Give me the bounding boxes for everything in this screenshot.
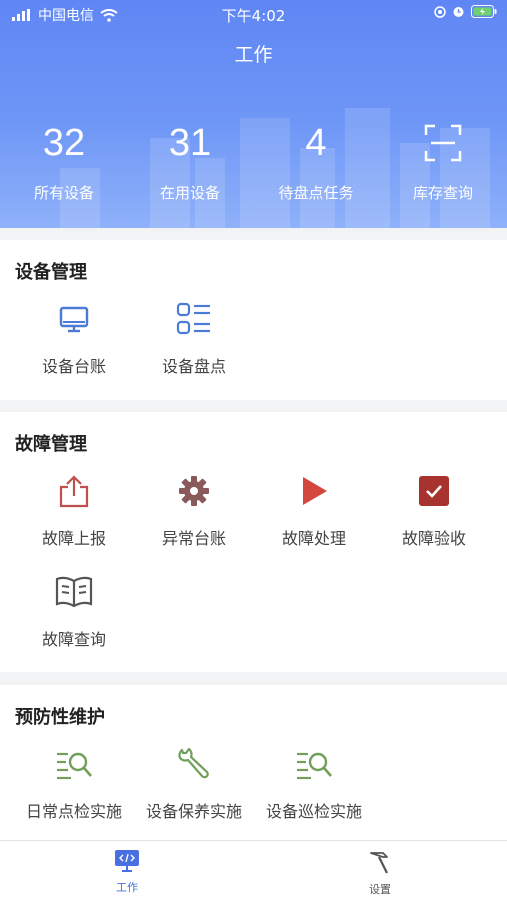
fault-management-section: 故障管理 故障上报 异常台账 故障处理 故障验收 故障查询: [0, 412, 507, 672]
item-label: 故障查询: [41, 630, 106, 649]
stat-value: 31: [168, 122, 212, 164]
tab-label: 设置: [369, 883, 391, 896]
book-icon: [55, 576, 93, 608]
section-title: 设备管理: [15, 262, 87, 283]
item-label: 故障上报: [41, 529, 106, 548]
item-label: 日常点检实施: [25, 802, 122, 821]
alarm-icon: [453, 7, 464, 17]
list-icon: [176, 302, 210, 335]
item-label: 故障验收: [401, 529, 466, 548]
page-title: 工作: [234, 44, 273, 66]
item-label: 设备保养实施: [145, 802, 242, 821]
checkbox-icon: [419, 476, 449, 506]
inventory-query-button[interactable]: 库存查询: [380, 120, 506, 203]
preventive-maintenance-section: 预防性维护 日常点检实施 设备保养实施 设备巡检实施: [0, 685, 507, 840]
search-list-icon: [57, 752, 92, 780]
fault-query-button[interactable]: 故障查询: [14, 570, 134, 650]
stat-value: 4: [305, 122, 327, 164]
stat-label: 待盘点任务: [278, 184, 354, 202]
location-icon: [434, 5, 446, 18]
equipment-management-section: 设备管理 设备台账 设备盘点: [0, 240, 507, 400]
item-label: 故障处理: [281, 529, 346, 548]
fault-acceptance-button[interactable]: 故障验收: [374, 469, 494, 549]
header: 中国电信 下午4:02 工作 32 所有设备 31 在用设备 4 待盘点任务 库…: [0, 0, 507, 228]
status-time: 下午4:02: [221, 7, 286, 25]
stat-pending-inventory[interactable]: 4 待盘点任务: [253, 120, 379, 203]
stat-in-use-devices[interactable]: 31 在用设备: [127, 120, 253, 203]
section-title: 预防性维护: [15, 707, 105, 728]
exception-ledger-button[interactable]: 异常台账: [134, 469, 254, 549]
monitor-icon: [59, 306, 89, 333]
tab-settings[interactable]: 设置: [320, 849, 440, 897]
wrench-icon: [178, 747, 209, 779]
item-label: 异常台账: [161, 529, 226, 548]
fault-report-button[interactable]: 故障上报: [14, 469, 134, 549]
code-monitor-icon: [115, 850, 139, 872]
stat-all-devices[interactable]: 32 所有设备: [1, 120, 127, 203]
play-icon: [303, 477, 327, 505]
equipment-patrol-button[interactable]: 设备巡检实施: [254, 742, 374, 822]
equipment-inventory-button[interactable]: 设备盘点: [134, 297, 254, 377]
bottom-tab-bar: 工作 设置: [0, 840, 507, 900]
equipment-maintenance-button[interactable]: 设备保养实施: [134, 742, 254, 822]
hammer-icon: [370, 852, 388, 874]
stat-label: 在用设备: [159, 184, 220, 202]
tab-work[interactable]: 工作: [67, 849, 187, 895]
battery-icon: [471, 5, 497, 18]
daily-inspection-button[interactable]: 日常点检实施: [14, 742, 134, 822]
scan-icon: [424, 124, 462, 162]
upload-icon: [59, 475, 89, 508]
search-list-icon: [297, 752, 332, 780]
section-title: 故障管理: [15, 434, 87, 455]
stat-label: 库存查询: [412, 184, 473, 202]
gear-icon: [179, 476, 209, 506]
status-bar: 中国电信 下午4:02: [0, 0, 507, 28]
item-label: 设备台账: [41, 357, 106, 376]
item-label: 设备盘点: [161, 357, 226, 376]
item-label: 设备巡检实施: [265, 802, 362, 821]
fault-handling-button[interactable]: 故障处理: [254, 469, 374, 549]
stat-value: 32: [42, 122, 86, 164]
stat-label: 所有设备: [33, 184, 94, 202]
equipment-ledger-button[interactable]: 设备台账: [14, 297, 134, 377]
tab-label: 工作: [116, 881, 138, 894]
